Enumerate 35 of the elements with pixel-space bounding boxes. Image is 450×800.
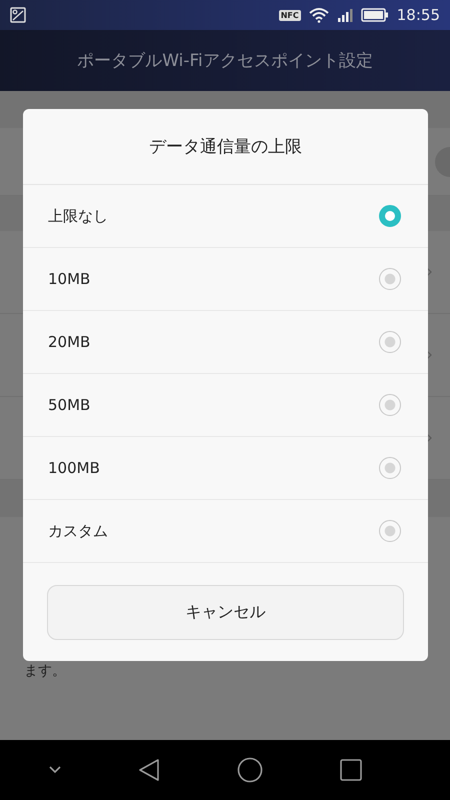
option-row[interactable]: 100MB <box>23 437 428 500</box>
option-row[interactable]: 10MB <box>23 248 428 311</box>
radio-button[interactable] <box>379 331 401 353</box>
radio-button[interactable] <box>379 520 401 542</box>
recents-icon[interactable] <box>340 759 362 781</box>
option-label: 50MB <box>48 396 90 414</box>
option-row[interactable]: 上限なし <box>23 185 428 248</box>
battery-icon <box>360 8 389 22</box>
nfc-indicator: NFC <box>278 10 301 20</box>
chevron-down-icon[interactable] <box>48 766 60 774</box>
radio-button[interactable] <box>379 457 401 479</box>
radio-button[interactable] <box>379 268 401 290</box>
picture-notification-icon <box>10 7 26 23</box>
option-label: 上限なし <box>48 206 108 226</box>
signal-icon <box>336 8 353 22</box>
radio-button[interactable] <box>379 394 401 416</box>
back-icon[interactable] <box>138 758 160 782</box>
chevron-icon <box>426 267 432 277</box>
option-row[interactable]: 20MB <box>23 311 428 374</box>
radio-button[interactable] <box>379 205 401 227</box>
option-label: カスタム <box>48 522 108 540</box>
home-icon[interactable] <box>236 757 262 783</box>
option-row[interactable]: カスタム <box>23 500 428 563</box>
option-row[interactable]: 50MB <box>23 374 428 437</box>
chevron-icon <box>426 433 432 443</box>
screen-title: ポータブルWi-Fiアクセスポイント設定 <box>77 50 373 72</box>
wifi-icon <box>308 7 329 23</box>
option-label: 100MB <box>48 459 100 477</box>
dialog-title: データ通信量の上限 <box>23 109 428 185</box>
option-label: 10MB <box>48 270 90 288</box>
clock: 18:55 <box>396 6 440 24</box>
option-label: 20MB <box>48 333 90 351</box>
description-text: ます。 <box>24 663 66 679</box>
chevron-icon <box>426 350 432 360</box>
cancel-button[interactable]: キャンセル <box>47 585 404 640</box>
